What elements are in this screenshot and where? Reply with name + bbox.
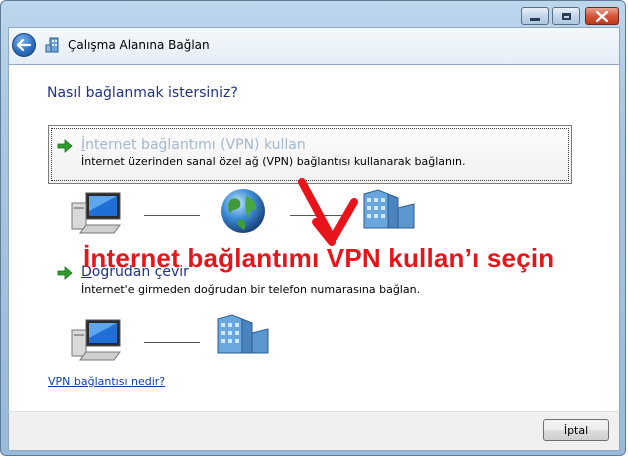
- red-annotation-arrow-icon: [298, 178, 358, 246]
- option-vpn-description: İnternet üzerinden sanal özel ağ (VPN) b…: [81, 155, 466, 168]
- cancel-button[interactable]: İptal: [543, 419, 609, 441]
- option-vpn-title[interactable]: İnternet bağlantımı (VPN) kullan: [81, 137, 306, 153]
- minimize-icon: [530, 17, 540, 21]
- network-workplace-icon: [45, 37, 59, 53]
- close-icon: [596, 10, 608, 22]
- computer-icon: [71, 192, 121, 234]
- window-title: Çalışma Alanına Bağlan: [68, 38, 210, 52]
- annotation-text: İnternet bağlantımı VPN kullan’ı seçin: [83, 243, 555, 273]
- maximize-icon: [561, 12, 571, 20]
- computer-icon: [71, 319, 121, 361]
- connection-line: [144, 342, 200, 343]
- vpn-help-link[interactable]: VPN bağlantısı nedir?: [48, 375, 165, 388]
- back-button[interactable]: [12, 33, 36, 57]
- page-heading: Nasıl bağlanmak istersiniz?: [47, 85, 238, 101]
- green-arrow-icon: [57, 266, 73, 280]
- close-button[interactable]: [585, 7, 619, 25]
- minimize-button[interactable]: [521, 7, 549, 25]
- maximize-button[interactable]: [552, 7, 580, 25]
- office-building-icon: [217, 314, 269, 354]
- back-arrow-icon: [17, 39, 31, 51]
- office-building-icon: [363, 189, 415, 229]
- connection-line: [144, 215, 200, 216]
- option-dial-direct-description: İnternet'e girmeden doğrudan bir telefon…: [81, 283, 421, 296]
- green-arrow-icon: [57, 139, 73, 153]
- globe-icon: [221, 189, 265, 233]
- button-bar: [8, 411, 620, 451]
